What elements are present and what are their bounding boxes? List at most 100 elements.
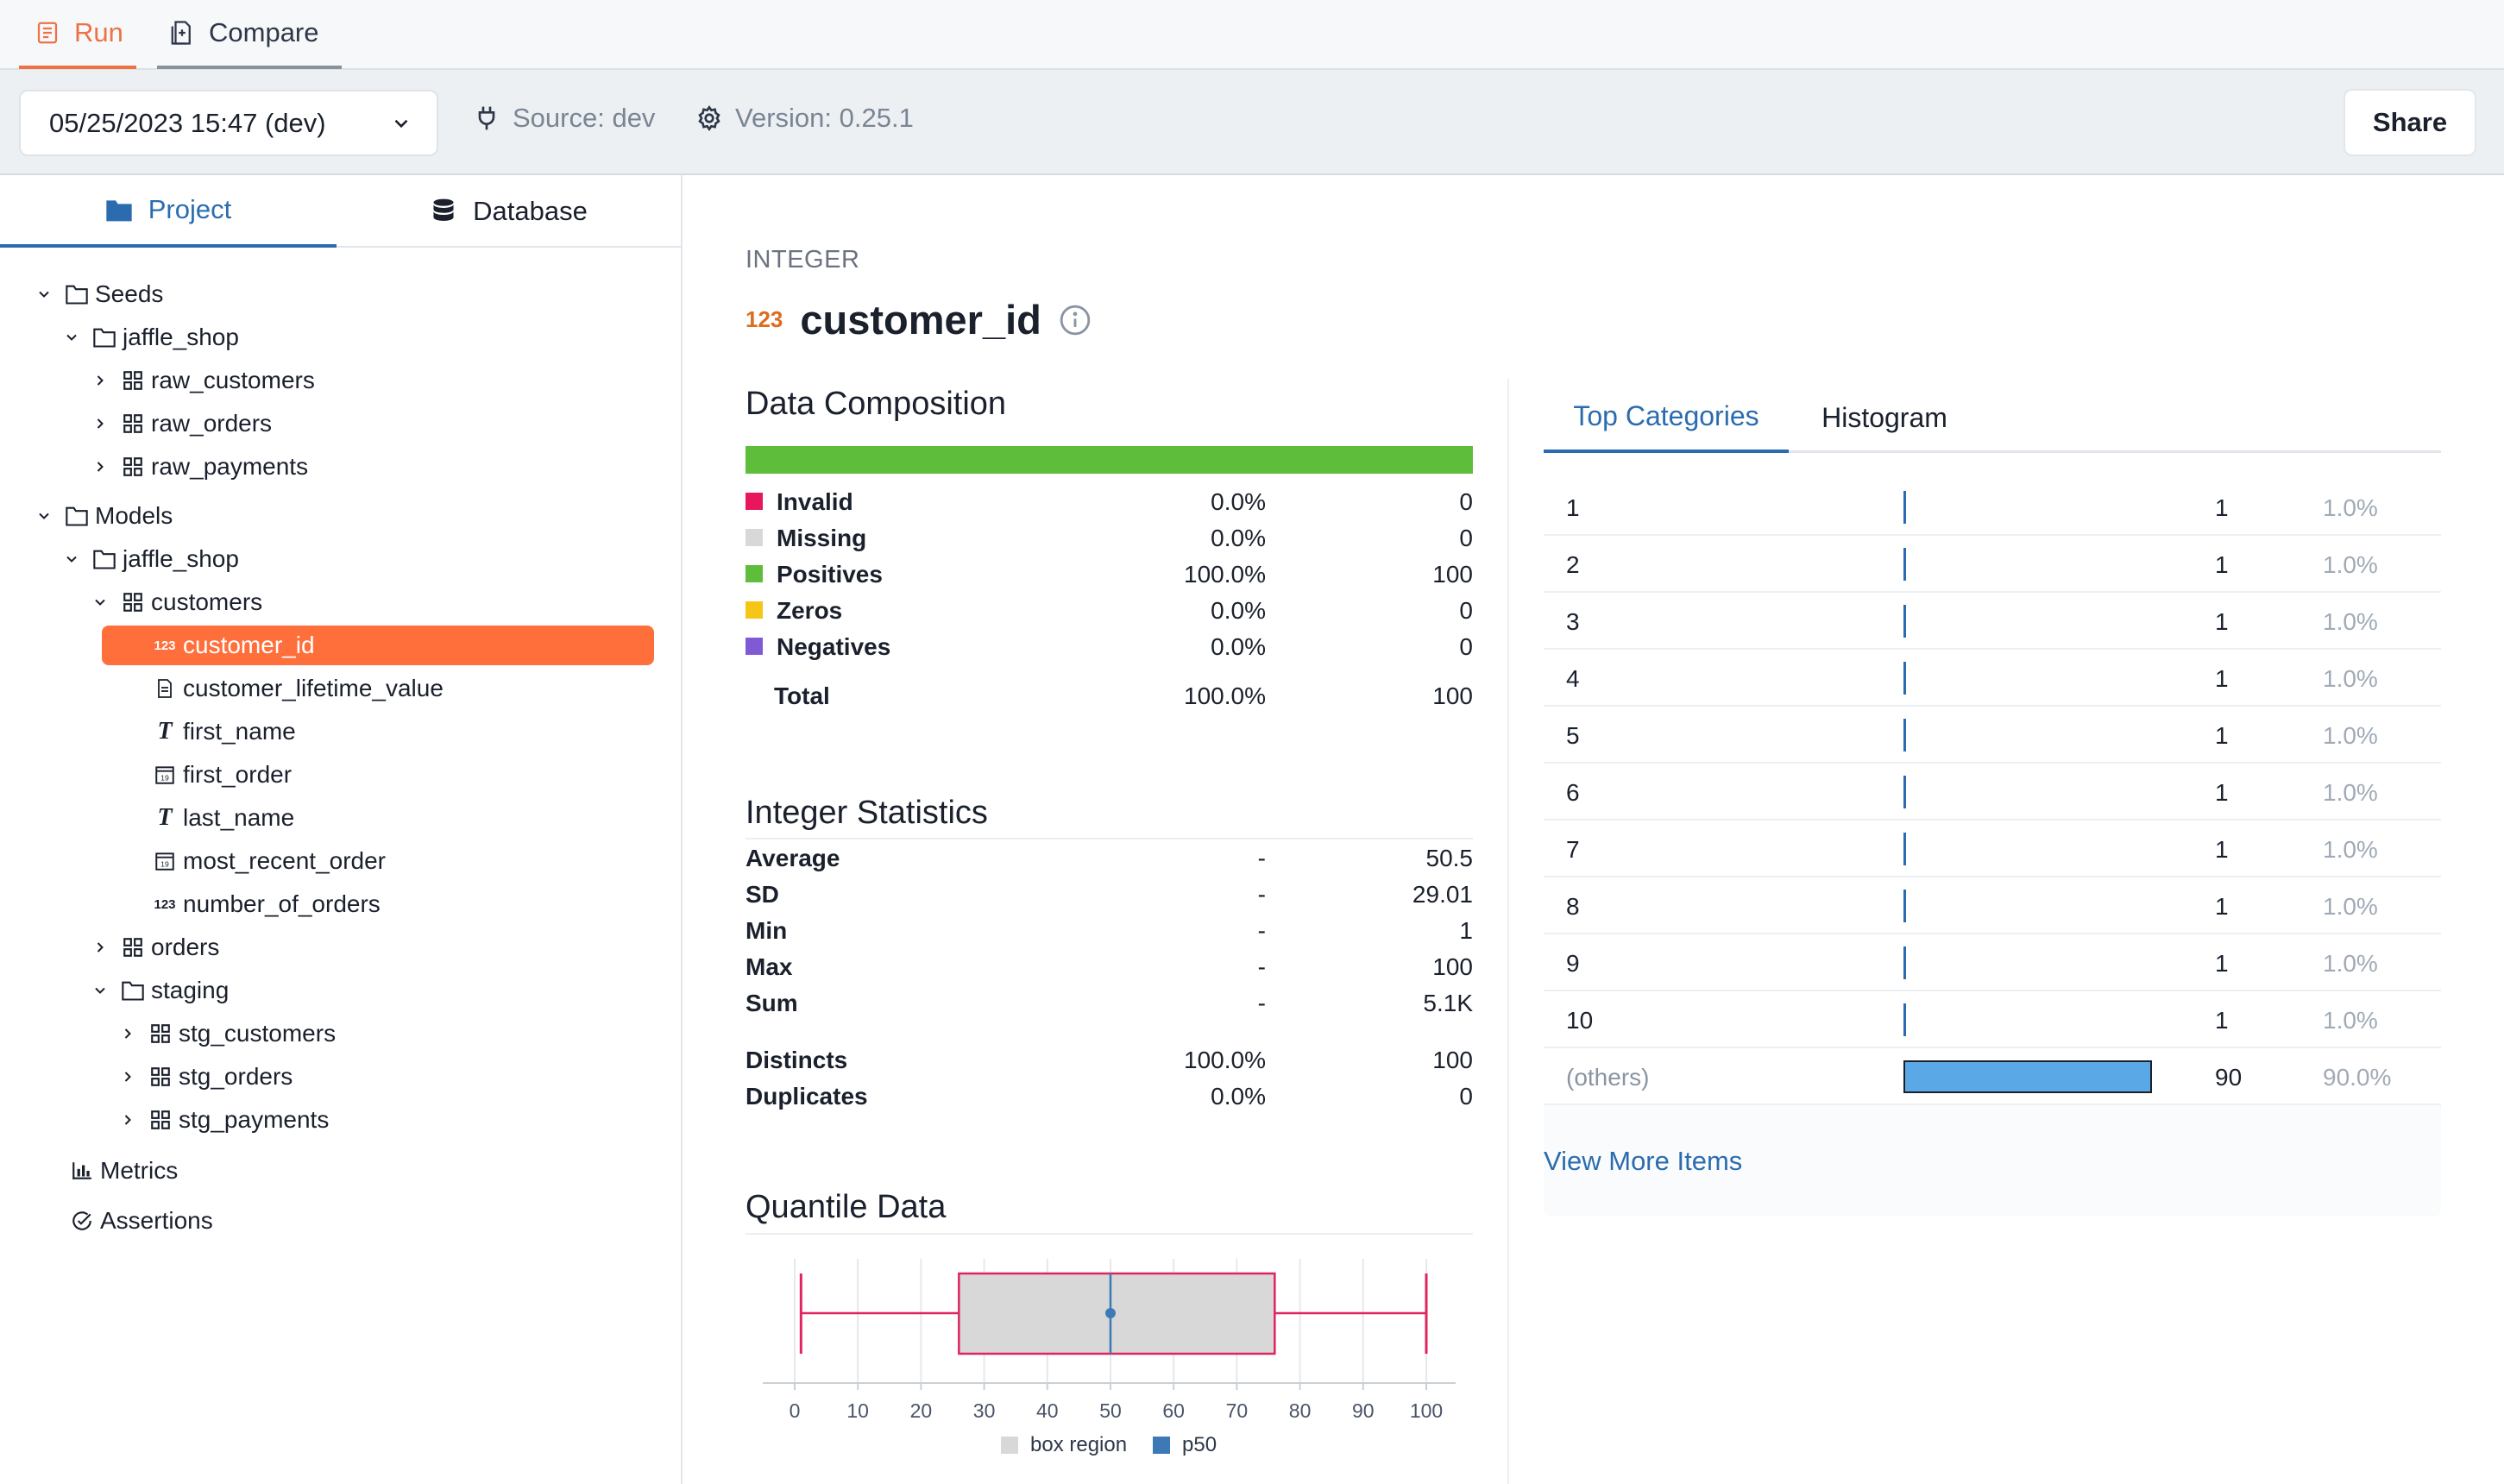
composition-label: Missing [777,525,867,551]
category-percent: 90.0% [2323,1064,2392,1091]
tree-node-models[interactable]: Models [31,496,173,536]
legend-label: p50 [1182,1433,1217,1456]
tree-node-raw-orders[interactable]: raw_orders [87,404,272,443]
text-type-icon: T [157,804,173,831]
tree-node-seeds-jaffle-shop[interactable]: jaffle_shop [59,318,239,357]
tree-node-customers[interactable]: customers [87,582,262,622]
run-select[interactable]: 05/25/2023 15:47 (dev) [19,90,438,156]
stat-row: Sum - 5.1K [746,984,1473,1021]
column-profile: INTEGER 123 customer_id Data Composition… [683,175,2504,1484]
category-count: 1 [2215,551,2229,578]
stat-label: Distincts [746,1047,848,1073]
tab-run[interactable]: Run [19,0,136,69]
tree-node-stg-orders[interactable]: stg_orders [115,1057,293,1097]
tab-compare[interactable]: Compare [157,0,342,69]
category-row: 4 1 1.0% [1544,650,2441,707]
tree-label: raw_orders [151,410,273,437]
tab-histogram[interactable]: Histogram [1789,382,1980,453]
folder-icon [106,200,132,222]
tree-label: stg_customers [179,1020,337,1047]
category-value: 4 [1566,665,1580,692]
category-count: 1 [2215,722,2229,749]
x-tick-label: 70 [1226,1399,1249,1422]
chevron-down-icon [87,589,113,615]
chevron-down-icon [31,281,57,307]
tree-node-stg-customers[interactable]: stg_customers [115,1014,336,1053]
run-list-icon [37,22,58,44]
category-row: 7 1 1.0% [1544,821,2441,877]
stat-percent: - [1257,845,1266,871]
tree-label: Assertions [100,1207,213,1234]
integer-type-icon: 123 [746,306,783,332]
legend-swatch [746,565,763,582]
version-label: Version: 0.25.1 [735,103,914,133]
tree-node-last-name[interactable]: T last_name [152,798,294,838]
category-value: 1 [1566,494,1580,521]
stat-percent: - [1257,953,1266,980]
category-count: 1 [2215,779,2229,806]
tree-label: customers [151,588,263,615]
tree-node-customer-lifetime-value[interactable]: customer_lifetime_value [152,669,444,708]
tab-project[interactable]: Project [0,175,337,248]
tree-node-customer-id[interactable]: 123 customer_id [102,626,654,665]
tab-database[interactable]: Database [337,175,681,248]
stat-label: Sum [746,990,798,1016]
tree-node-most-recent-order[interactable]: 19 most_recent_order [152,841,386,881]
composition-row: Missing 0.0% 0 [746,519,1473,556]
sidebar: Project Database Seeds jaffle_shop raw_c… [0,175,683,1484]
x-tick-label: 90 [1352,1399,1375,1422]
stat-row: Average - 50.5 [746,839,1473,876]
column-title: 123 customer_id [746,296,1092,343]
x-tick-label: 100 [1410,1399,1443,1422]
composition-count: 100 [1432,561,1473,588]
category-row: 2 1 1.0% [1544,536,2441,593]
tab-top-categories[interactable]: Top Categories [1544,382,1789,453]
quantile-title: Quantile Data [746,1189,947,1225]
tree-node-raw-payments[interactable]: raw_payments [87,447,308,487]
tree-node-metrics[interactable]: Metrics [69,1151,178,1191]
stat-value: 50.5 [1425,845,1474,871]
tree-label: number_of_orders [183,890,381,917]
stat-percent: - [1257,881,1266,908]
tab-compare-label: Compare [209,17,319,47]
tree-node-seeds[interactable]: Seeds [31,274,163,314]
category-count: 1 [2215,494,2229,521]
tree-label: staging [151,977,230,1003]
tree-node-orders[interactable]: orders [87,928,219,967]
source-info: Source: dev [473,103,655,134]
tree-node-stg-payments[interactable]: stg_payments [115,1100,329,1140]
table-grid-icon [148,1064,173,1090]
tree-node-raw-customers[interactable]: raw_customers [87,361,315,400]
tree-node-assertions[interactable]: Assertions [69,1201,213,1241]
category-value: 6 [1566,779,1580,806]
stat-label: Duplicates [746,1083,868,1110]
stat-percent: - [1257,917,1266,944]
version-info: Version: 0.25.1 [695,103,914,134]
share-button[interactable]: Share [2344,89,2476,156]
stat-row: Duplicates 0.0% 0 [746,1078,1473,1114]
gear-icon [698,104,720,132]
table-grid-icon [120,454,146,480]
chevron-right-icon [87,454,113,480]
legend-swatch [1001,1437,1018,1454]
tree-node-first-order[interactable]: 19 first_order [152,755,292,795]
table-grid-icon [120,589,146,615]
stat-percent: - [1257,990,1266,1016]
category-bar [1903,890,1906,922]
tree-node-first-name[interactable]: T first_name [152,712,295,751]
tree-node-number-of-orders[interactable]: 123 number_of_orders [152,884,381,924]
text-type-icon: T [157,718,173,745]
category-row: 9 1 1.0% [1544,934,2441,991]
svg-text:19: 19 [160,860,169,869]
stat-label: SD [746,881,779,908]
chevron-right-icon [87,368,113,393]
info-icon[interactable] [1059,304,1092,336]
stat-label: Average [746,845,840,871]
tree-node-models-jaffle-shop[interactable]: jaffle_shop [59,539,239,579]
tree-node-staging[interactable]: staging [87,971,229,1010]
category-bar [1903,946,1906,979]
view-more-link[interactable]: View More Items [1544,1146,1742,1177]
composition-label: Total [774,682,830,709]
stat-row: Min - 1 [746,912,1473,948]
category-bar [1903,548,1906,581]
